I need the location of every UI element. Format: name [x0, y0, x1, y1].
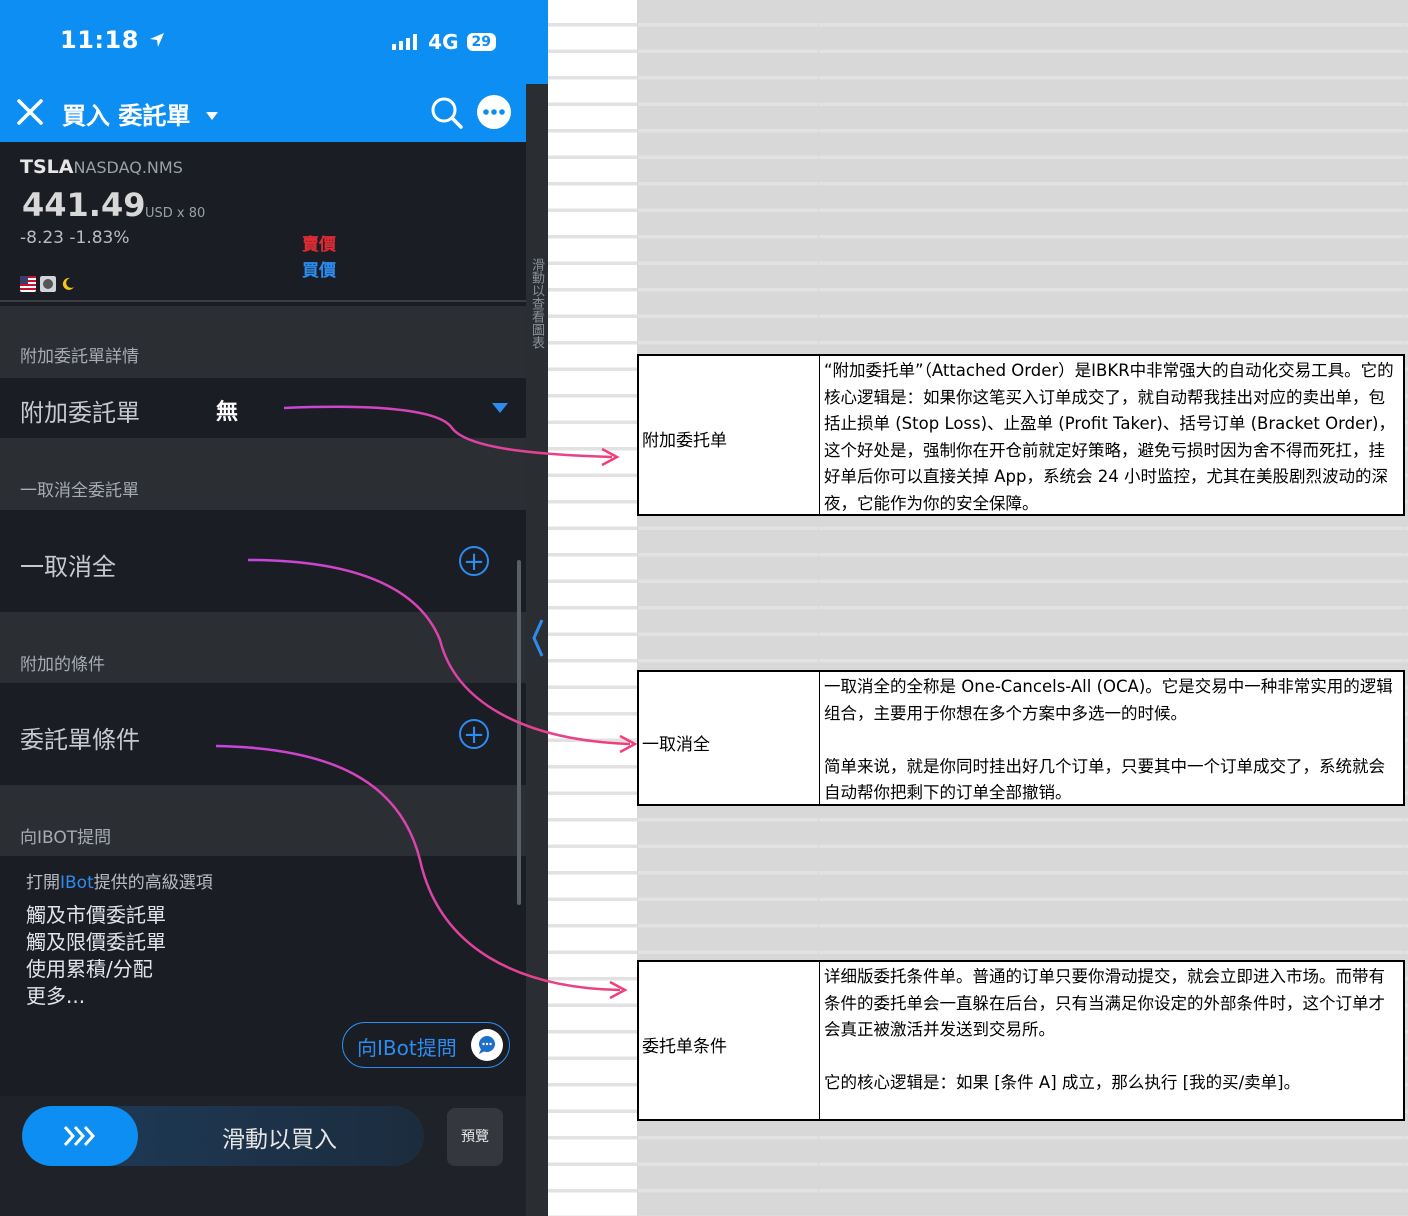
- ibot-option[interactable]: 使用累積/分配: [26, 956, 166, 983]
- oca-label: 一取消全: [20, 553, 116, 581]
- note-box-conditions: 委托单条件 详细版委托条件单。普通的订单只要你滑动提交，就会立即进入市场。而带有…: [637, 960, 1405, 1121]
- chevron-left-icon[interactable]: [531, 618, 545, 658]
- note-key-cell: 附加委托单: [639, 356, 820, 514]
- dropdown-caret-icon: [205, 112, 218, 120]
- phone-screen: 11:18 4G 29 買入 委託單 TSLANASDAQ.NMS 441.49…: [0, 0, 548, 1216]
- note-value-cell: “附加委托单”（Attached Order）是IBKR中非常强大的自动化交易工…: [824, 361, 1395, 513]
- note-value-cell: 详细版委托条件单。普通的订单只要你滑动提交，就会立即进入市场。而带有条件的委托单…: [824, 967, 1385, 1092]
- chevrons-right-icon: [63, 1126, 96, 1146]
- network-type: 4G: [428, 30, 459, 54]
- bottom-action-bar: 滑動以買入 預覽: [0, 1096, 548, 1216]
- last-price: 441.49: [22, 186, 146, 224]
- note-box-attached-order: 附加委托单 “附加委托单”（Attached Order）是IBKR中非常强大的…: [637, 354, 1405, 516]
- price-change: -8.23 -1.83%: [20, 228, 130, 248]
- ticker-symbol: TSLANASDAQ.NMS: [20, 156, 183, 178]
- section-header-conditions: 附加的條件: [0, 612, 526, 683]
- ask-label: 賣價: [302, 235, 336, 255]
- swipe-to-chart-hint: 滑動以查看圖表: [529, 258, 544, 349]
- us-flag-icon: [20, 276, 36, 292]
- dropdown-caret-icon[interactable]: [492, 403, 508, 414]
- currency-multiplier: USD x 80: [145, 206, 206, 221]
- status-indicators: 4G 29: [392, 30, 496, 54]
- attached-order-label: 附加委託單: [20, 399, 140, 427]
- section-header-oca: 一取消全委託單: [0, 438, 526, 510]
- oca-row[interactable]: 一取消全 +: [0, 510, 526, 612]
- slide-to-buy-track[interactable]: 滑動以買入: [22, 1106, 424, 1166]
- moon-icon: [62, 277, 74, 290]
- battery-icon: 29: [466, 33, 496, 51]
- location-arrow-icon: [149, 33, 164, 47]
- close-icon[interactable]: [16, 98, 44, 126]
- signal-icon: [392, 34, 418, 50]
- ibot-options: 觸及市價委託單 觸及限價委託單 使用累積/分配 更多...: [26, 902, 166, 1010]
- note-value-cell: 一取消全的全称是 One-Cancels-All (OCA)。它是交易中一种非常…: [824, 677, 1393, 802]
- clock-icon: [40, 276, 56, 292]
- ibot-panel: 打開IBot提供的高級選項 觸及市價委託單 觸及限價委託單 使用累積/分配 更多…: [0, 856, 526, 1096]
- order-conditions-label: 委託單條件: [20, 726, 140, 754]
- attached-order-value[interactable]: 無: [216, 394, 238, 426]
- note-box-oca: 一取消全 一取消全的全称是 One-Cancels-All (OCA)。它是交易…: [637, 670, 1405, 806]
- more-options-icon[interactable]: [476, 94, 512, 130]
- ibot-intro: 打開IBot提供的高級選項: [26, 873, 213, 893]
- note-key-cell: 委托单条件: [639, 962, 820, 1119]
- ask-ibot-button[interactable]: 向IBot提問: [342, 1022, 510, 1068]
- section-header-attached-details: 附加委託單詳情: [0, 306, 526, 378]
- add-oca-icon[interactable]: +: [459, 546, 489, 577]
- attached-order-row[interactable]: 附加委託單 無: [0, 378, 526, 438]
- add-condition-icon[interactable]: +: [459, 719, 489, 750]
- slide-to-buy-label: 滑動以買入: [222, 1127, 337, 1153]
- bid-label: 買價: [302, 261, 336, 281]
- divider: [0, 300, 526, 302]
- order-conditions-row[interactable]: 委託單條件 +: [0, 683, 526, 785]
- search-icon[interactable]: [430, 96, 464, 130]
- session-flags: [20, 276, 76, 292]
- order-type-title[interactable]: 買入 委託單: [62, 96, 219, 131]
- note-key-cell: 一取消全: [639, 672, 820, 804]
- exchange-label: NASDAQ.NMS: [73, 158, 183, 177]
- chat-bubble-icon: [471, 1029, 503, 1061]
- section-header-ibot: 向IBOT提問: [0, 785, 526, 856]
- ask-ibot-label: 向IBot提問: [357, 1036, 457, 1060]
- status-bar: 11:18 4G 29: [0, 0, 548, 84]
- ibot-option[interactable]: 觸及限價委託單: [26, 929, 166, 956]
- scrollbar[interactable]: [517, 560, 521, 905]
- preview-button[interactable]: 預覽: [447, 1108, 503, 1166]
- status-time: 11:18: [60, 26, 166, 54]
- ibot-option[interactable]: 觸及市價委託單: [26, 902, 166, 929]
- ibot-link[interactable]: IBot: [60, 873, 94, 893]
- slide-to-buy-knob[interactable]: [22, 1106, 138, 1166]
- quote-panel[interactable]: TSLANASDAQ.NMS 441.49 USD x 80 -8.23 -1.…: [0, 142, 526, 302]
- nav-bar: 買入 委託單: [0, 84, 548, 142]
- ibot-option[interactable]: 更多...: [26, 983, 166, 1010]
